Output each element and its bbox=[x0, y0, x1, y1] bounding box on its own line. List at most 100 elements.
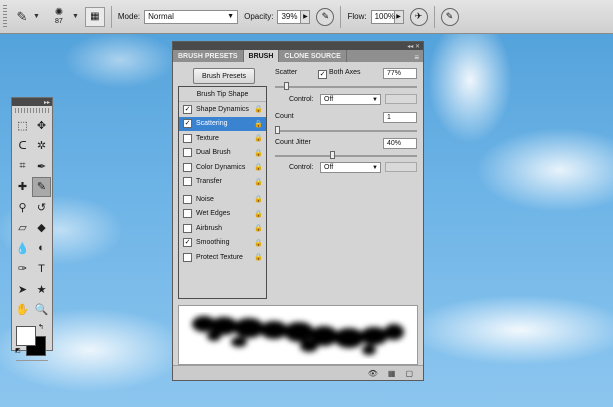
panel-title-bar[interactable]: ◂◂ ✕ bbox=[173, 42, 423, 50]
checkbox[interactable] bbox=[183, 223, 192, 233]
flow-slider-button[interactable]: ▶ bbox=[394, 9, 404, 24]
quick-mask-button[interactable] bbox=[16, 360, 48, 375]
lock-icon[interactable]: 🔒 bbox=[254, 195, 263, 203]
count-jitter-slider[interactable] bbox=[275, 151, 417, 159]
flow-input[interactable]: 100% bbox=[370, 9, 395, 24]
quick-selection-tool-icon[interactable]: ✲ bbox=[32, 136, 51, 157]
lock-icon[interactable]: 🔒 bbox=[254, 253, 263, 261]
checkbox[interactable] bbox=[183, 177, 192, 187]
list-item-transfer[interactable]: Transfer 🔒 bbox=[179, 175, 266, 190]
brush-options-list: Brush Tip Shape ✓ Shape Dynamics 🔒 ✓ Sca… bbox=[178, 86, 267, 299]
lock-icon[interactable]: 🔒 bbox=[254, 120, 263, 128]
crop-tool-icon[interactable]: ⌗ bbox=[13, 156, 32, 177]
eyedropper-tool-icon[interactable]: ✒ bbox=[32, 156, 51, 177]
path-selection-tool-icon[interactable]: ➤ bbox=[13, 279, 32, 300]
brush-preset-picker[interactable]: ✺ 87 ▼ bbox=[46, 4, 79, 30]
eraser-tool-icon[interactable]: ▱ bbox=[13, 218, 32, 239]
list-item-wet-edges[interactable]: Wet Edges 🔒 bbox=[179, 207, 266, 222]
brush-tool-icon[interactable]: ✎ bbox=[32, 176, 51, 197]
brush-tip-preview: ✺ 87 bbox=[46, 4, 72, 30]
blur-tool-icon[interactable]: 💧 bbox=[13, 238, 32, 259]
checkbox[interactable]: ✓ bbox=[183, 119, 192, 129]
collapse-icon[interactable]: ◂◂ ✕ bbox=[407, 43, 420, 50]
list-item-texture[interactable]: Texture 🔒 bbox=[179, 131, 266, 146]
count-slider-thumb[interactable] bbox=[275, 126, 280, 134]
checkbox[interactable] bbox=[183, 133, 192, 143]
brush-tip-shape-item[interactable]: Brush Tip Shape bbox=[179, 87, 266, 102]
mode-select[interactable]: Normal ▼ bbox=[144, 9, 239, 24]
default-colors-icon[interactable]: ◩ bbox=[15, 347, 21, 354]
count-slider[interactable] bbox=[275, 126, 417, 134]
control2-value: Off bbox=[324, 164, 334, 171]
fade-input-disabled bbox=[385, 94, 417, 104]
tab-clone-source[interactable]: CLONE SOURCE bbox=[279, 50, 347, 62]
lock-icon[interactable]: 🔒 bbox=[254, 178, 263, 186]
tools-panel-grip[interactable] bbox=[15, 108, 49, 113]
paint-bucket-tool-icon[interactable]: ◆ bbox=[32, 218, 51, 239]
count-jitter-slider-thumb[interactable] bbox=[330, 151, 335, 159]
scatter-slider[interactable] bbox=[275, 82, 417, 90]
lock-icon[interactable]: 🔒 bbox=[254, 163, 263, 171]
new-preset-icon[interactable]: ▢ bbox=[405, 369, 413, 378]
lock-icon[interactable]: 🔒 bbox=[254, 239, 263, 247]
healing-brush-tool-icon[interactable]: ✚ bbox=[13, 177, 32, 198]
hand-tool-icon[interactable]: ✋ bbox=[13, 300, 32, 321]
airbrush-icon[interactable]: ✈ bbox=[409, 7, 428, 26]
tool-preset-picker[interactable]: ✎ ▼ bbox=[11, 7, 40, 27]
tools-panel-header[interactable]: ▸▸ bbox=[12, 98, 52, 106]
clone-stamp-tool-icon[interactable]: ⚲ bbox=[13, 197, 32, 218]
panel-menu-icon[interactable]: ≡ bbox=[414, 53, 419, 62]
options-bar-grip[interactable] bbox=[3, 4, 7, 29]
shape-tool-icon[interactable]: ★ bbox=[32, 279, 51, 300]
count-jitter-input[interactable]: 40% bbox=[383, 138, 417, 149]
move-tool-icon[interactable]: ✥ bbox=[32, 115, 51, 136]
list-item-shape-dynamics[interactable]: ✓ Shape Dynamics 🔒 bbox=[179, 102, 266, 117]
lock-icon[interactable]: 🔒 bbox=[254, 210, 263, 218]
history-brush-tool-icon[interactable]: ↺ bbox=[32, 197, 51, 218]
tab-brush-presets[interactable]: BRUSH PRESETS bbox=[173, 50, 244, 62]
foreground-color-swatch[interactable] bbox=[16, 326, 36, 346]
marquee-tool-icon[interactable]: ⬚ bbox=[13, 115, 32, 136]
checkbox[interactable]: ✓ bbox=[183, 238, 192, 248]
list-item-dual-brush[interactable]: Dual Brush 🔒 bbox=[179, 146, 266, 161]
grid-icon[interactable]: ▦ bbox=[388, 369, 396, 378]
expand-icon[interactable]: ▸▸ bbox=[44, 99, 50, 106]
pen-tool-icon[interactable]: ✑ bbox=[13, 259, 32, 280]
lock-icon[interactable]: 🔒 bbox=[254, 105, 263, 113]
brush-presets-button[interactable]: Brush Presets bbox=[193, 68, 255, 84]
zoom-tool-icon[interactable]: 🔍 bbox=[32, 300, 51, 321]
list-item-scattering[interactable]: ✓ Scattering 🔒 bbox=[179, 116, 266, 131]
tablet-pressure-size-icon[interactable]: ✎ bbox=[440, 7, 459, 26]
list-item-color-dynamics[interactable]: Color Dynamics 🔒 bbox=[179, 160, 266, 175]
list-item-smoothing[interactable]: ✓ Smoothing 🔒 bbox=[179, 236, 266, 251]
swap-colors-icon[interactable]: ↰ bbox=[38, 323, 44, 331]
opacity-input[interactable]: 39% bbox=[277, 9, 302, 24]
checkbox[interactable]: ✓ bbox=[183, 104, 192, 114]
list-item-noise[interactable]: Noise 🔒 bbox=[179, 192, 266, 207]
lasso-tool-icon[interactable]: ᑕ bbox=[13, 136, 32, 157]
list-item-airbrush[interactable]: Airbrush 🔒 bbox=[179, 221, 266, 236]
count-input[interactable]: 1 bbox=[383, 112, 417, 123]
control-select[interactable]: Off ▼ bbox=[320, 94, 381, 105]
scatter-slider-thumb[interactable] bbox=[284, 82, 289, 90]
list-item-label: Transfer bbox=[196, 178, 222, 186]
lock-icon[interactable]: 🔒 bbox=[254, 149, 263, 157]
lock-icon[interactable]: 🔒 bbox=[254, 134, 263, 142]
lock-icon[interactable]: 🔒 bbox=[254, 224, 263, 232]
scatter-input[interactable]: 77% bbox=[383, 68, 417, 79]
tab-brush[interactable]: BRUSH bbox=[243, 50, 280, 62]
toggle-brush-panel-button[interactable]: ▦ bbox=[84, 6, 105, 27]
control2-select[interactable]: Off ▼ bbox=[320, 162, 381, 173]
checkbox[interactable] bbox=[183, 162, 192, 172]
dodge-tool-icon[interactable]: ◐ bbox=[32, 238, 51, 259]
both-axes-checkbox[interactable]: ✓ bbox=[318, 70, 327, 79]
type-tool-icon[interactable]: T bbox=[32, 259, 51, 280]
opacity-slider-button[interactable]: ▶ bbox=[301, 9, 311, 24]
tablet-pressure-opacity-icon[interactable]: ✎ bbox=[316, 7, 335, 26]
checkbox[interactable] bbox=[183, 209, 192, 219]
checkbox[interactable] bbox=[183, 194, 192, 204]
toggle-live-tip-icon[interactable]: 👁 bbox=[368, 369, 378, 378]
checkbox[interactable] bbox=[183, 148, 192, 158]
list-item-protect-texture[interactable]: Protect Texture 🔒 bbox=[179, 250, 266, 265]
checkbox[interactable] bbox=[183, 252, 192, 262]
